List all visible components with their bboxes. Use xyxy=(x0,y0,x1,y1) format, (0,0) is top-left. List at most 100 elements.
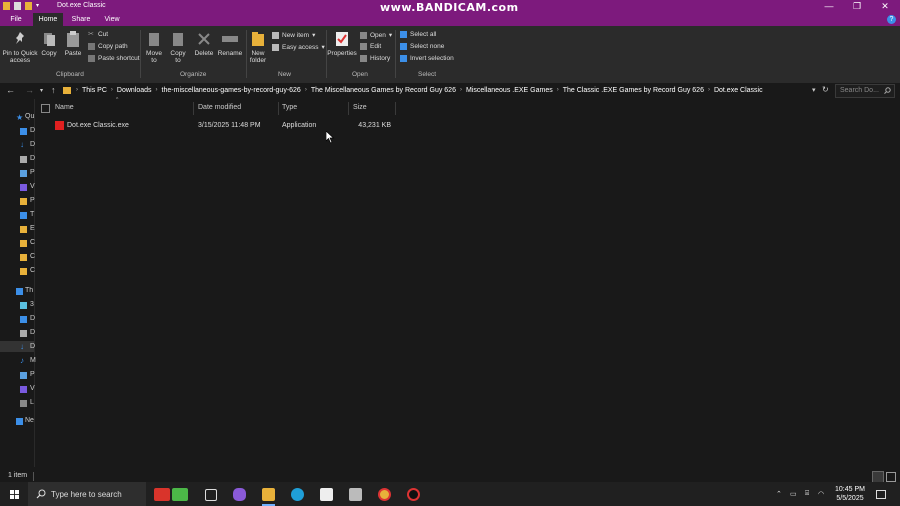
column-name[interactable]: Name xyxy=(55,104,74,111)
column-type[interactable]: Type xyxy=(282,104,297,111)
organize-group-label: Organize xyxy=(180,71,207,78)
clock[interactable]: 10:45 PM 5/5/2025 xyxy=(835,485,865,503)
battery-icon[interactable]: ▭ xyxy=(790,490,797,498)
close-button[interactable]: ✕ xyxy=(871,0,899,13)
pictures-icon xyxy=(20,372,27,379)
customize-chevron-icon[interactable]: ▾ xyxy=(36,2,41,10)
tab-home[interactable]: Home xyxy=(33,13,63,26)
tab-view[interactable]: View xyxy=(100,13,124,26)
show-hidden-icons-chevron-icon[interactable]: ⌃ xyxy=(776,490,782,498)
table-row[interactable]: Dot.exe Classic.exe 3/15/2025 11:48 PM A… xyxy=(38,120,398,132)
search-highlight-icon-2[interactable] xyxy=(172,488,188,501)
select-all-button[interactable]: Select all xyxy=(400,31,436,38)
nav-item-music[interactable]: M xyxy=(30,357,42,366)
tab-share[interactable]: Share xyxy=(68,13,94,26)
copy-button[interactable]: Copy xyxy=(40,30,58,57)
open-button[interactable]: Open ▾ xyxy=(360,31,392,39)
bandicam-record-icon[interactable] xyxy=(407,488,420,501)
edit-label: Edit xyxy=(370,43,382,50)
app-icon[interactable] xyxy=(349,488,362,501)
history-button[interactable]: History xyxy=(360,55,390,62)
wifi-icon[interactable]: ◠ xyxy=(818,490,824,498)
nav-item-pictures[interactable]: P xyxy=(30,169,42,178)
crumb-misc-exe-games[interactable]: Miscellaneous .EXE Games xyxy=(464,87,555,94)
column-divider[interactable] xyxy=(395,102,396,115)
select-all-checkbox[interactable] xyxy=(41,104,50,113)
invert-selection-button[interactable]: Invert selection xyxy=(400,55,454,62)
nav-item-pc-desktop[interactable]: D xyxy=(30,315,42,324)
crumb-downloads[interactable]: Downloads xyxy=(115,87,154,94)
new-folder-quick-icon[interactable] xyxy=(25,2,32,10)
properties-button[interactable]: Properties xyxy=(327,30,357,57)
new-item-button[interactable]: New item ▾ xyxy=(272,31,315,39)
network-tray-icon[interactable]: ⌸ xyxy=(805,490,809,498)
nav-item-network[interactable]: Ne xyxy=(25,417,37,426)
crumb-misc-games-folder[interactable]: the-miscellaneous-games-by-record-guy-62… xyxy=(160,87,303,94)
nav-item-this-pc[interactable]: Th xyxy=(25,287,37,296)
column-size[interactable]: Size xyxy=(353,104,367,111)
select-none-button[interactable]: Select none xyxy=(400,43,444,50)
task-view-icon[interactable] xyxy=(205,489,217,501)
file-explorer-icon[interactable] xyxy=(262,488,275,501)
nav-item-downloads[interactable]: D xyxy=(30,141,42,150)
nav-item-3d-objects[interactable]: 3 xyxy=(30,301,42,310)
nav-item-local-disk[interactable]: L xyxy=(30,399,42,408)
recent-chevron-icon[interactable]: ▾ xyxy=(40,87,43,94)
nav-item-pc-downloads[interactable]: D xyxy=(30,343,42,352)
move-to-button[interactable]: Move to xyxy=(144,30,164,64)
search-input[interactable]: Search Do... xyxy=(835,84,895,98)
column-date-modified[interactable]: Date modified xyxy=(198,104,241,111)
windows-start-icon[interactable] xyxy=(10,490,19,499)
nav-item-folder-e[interactable]: E xyxy=(30,225,42,234)
paste-button[interactable]: Paste xyxy=(62,30,84,57)
column-divider[interactable] xyxy=(278,102,279,115)
taskbar-search-input[interactable]: Type here to search xyxy=(28,482,146,506)
rename-button[interactable]: Rename xyxy=(217,30,243,57)
chrome-icon[interactable] xyxy=(378,488,391,501)
nav-item-videos[interactable]: V xyxy=(30,183,42,192)
nav-item-documents[interactable]: D xyxy=(30,155,42,164)
crumb-classic-exe-games[interactable]: The Classic .EXE Games by Record Guy 626 xyxy=(561,87,706,94)
delete-button[interactable]: Delete xyxy=(193,30,215,57)
minimize-button[interactable]: — xyxy=(815,0,843,13)
easy-access-button[interactable]: Easy access ▾ xyxy=(272,43,325,51)
search-highlight-icon[interactable] xyxy=(154,488,170,501)
microsoft-store-icon[interactable] xyxy=(320,488,333,501)
refresh-icon[interactable]: ↻ xyxy=(822,85,829,94)
copy-path-button[interactable]: Copy path xyxy=(88,43,128,50)
crumb-this-pc[interactable]: This PC xyxy=(80,87,109,94)
nav-item-pc-pictures[interactable]: P xyxy=(30,371,42,380)
breadcrumb[interactable]: › This PC › Downloads › the-miscellaneou… xyxy=(63,84,765,96)
forward-arrow-icon[interactable]: → xyxy=(25,85,34,95)
nav-item-pc-documents[interactable]: D xyxy=(30,329,42,338)
new-folder-button[interactable]: New folder xyxy=(248,30,268,64)
properties-quick-icon[interactable] xyxy=(14,2,21,10)
nav-item-pc-videos[interactable]: V xyxy=(30,385,42,394)
notification-icon[interactable] xyxy=(876,490,886,499)
up-arrow-icon[interactable]: ↑ xyxy=(51,85,56,95)
back-arrow-icon[interactable]: ← xyxy=(6,85,15,95)
pin-to-quick-access-button[interactable]: Pin to Quick access xyxy=(2,30,38,64)
crumb-misc-games[interactable]: The Miscellaneous Games by Record Guy 62… xyxy=(309,87,458,94)
crumb-dot-exe-classic[interactable]: Dot.exe Classic xyxy=(712,87,765,94)
nav-item-folder-t[interactable]: T xyxy=(30,211,42,220)
nav-item-folder-c2[interactable]: C xyxy=(30,253,42,262)
cut-button[interactable]: ✂ Cut xyxy=(88,31,108,38)
copy-to-button[interactable]: Copy to xyxy=(168,30,188,64)
column-divider[interactable] xyxy=(193,102,194,115)
address-dropdown-chevron-icon[interactable]: ▾ xyxy=(812,86,816,94)
maximize-button[interactable]: ❐ xyxy=(843,0,871,13)
nav-item-folder-c1[interactable]: C xyxy=(30,239,42,248)
nav-item-quick-access[interactable]: Qu xyxy=(25,113,37,122)
edge-icon[interactable] xyxy=(291,488,304,501)
help-icon[interactable]: ? xyxy=(887,15,896,24)
nav-item-folder-p[interactable]: P xyxy=(30,197,42,206)
paste-shortcut-button[interactable]: Paste shortcut xyxy=(88,55,140,62)
large-icons-view-icon[interactable] xyxy=(886,472,896,482)
tab-file[interactable]: File xyxy=(5,13,27,26)
edit-button[interactable]: Edit xyxy=(360,43,381,50)
copilot-icon[interactable] xyxy=(233,488,246,501)
nav-item-folder-c3[interactable]: C xyxy=(30,267,42,276)
column-divider[interactable] xyxy=(348,102,349,115)
delete-x-icon xyxy=(197,30,211,48)
